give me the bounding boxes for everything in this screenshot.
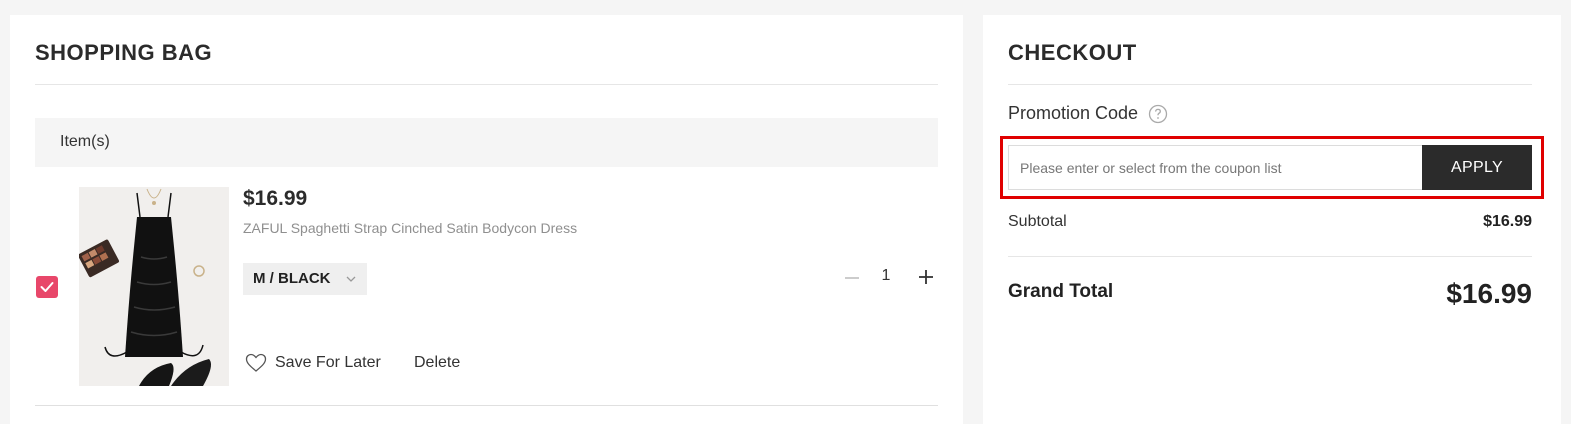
product-image[interactable] xyxy=(79,187,229,386)
subtotal-label: Subtotal xyxy=(1008,213,1067,230)
promotion-code-input[interactable] xyxy=(1008,145,1423,190)
divider xyxy=(1008,256,1532,257)
subtotal-value: $16.99 xyxy=(1483,213,1532,230)
grand-total-value: $16.99 xyxy=(1446,278,1532,309)
product-name[interactable]: ZAFUL Spaghetti Strap Cinched Satin Body… xyxy=(243,220,577,236)
promotion-code-label: Promotion Code xyxy=(1008,103,1168,124)
product-price: $16.99 xyxy=(243,187,308,210)
delete-button[interactable]: Delete xyxy=(414,354,460,372)
save-for-later-button[interactable]: Save For Later xyxy=(245,353,381,373)
promotion-code-text: Promotion Code xyxy=(1008,103,1139,123)
grand-total-label: Grand Total xyxy=(1008,281,1114,302)
variant-selector[interactable]: M / BLACK xyxy=(243,263,367,295)
help-icon[interactable] xyxy=(1148,104,1168,124)
variant-label: M / BLACK xyxy=(253,270,331,287)
checkmark-icon xyxy=(40,282,54,292)
items-header-label: Item(s) xyxy=(60,133,110,150)
apply-button[interactable]: APPLY xyxy=(1422,145,1532,190)
heart-icon xyxy=(245,353,267,372)
checkout-panel: CHECKOUT Promotion Code APPLY Subtotal $… xyxy=(983,15,1561,424)
item-select-checkbox[interactable] xyxy=(36,276,58,298)
save-for-later-label: Save For Later xyxy=(275,354,381,371)
checkout-title: CHECKOUT xyxy=(1008,40,1137,65)
quantity-value: 1 xyxy=(881,267,891,284)
divider xyxy=(1008,84,1532,85)
quantity-decrease-button[interactable] xyxy=(842,268,862,288)
items-header: Item(s) xyxy=(35,118,938,167)
quantity-increase-button[interactable] xyxy=(916,267,936,287)
divider xyxy=(35,405,938,406)
shopping-bag-title: SHOPPING BAG xyxy=(35,40,213,65)
chevron-down-icon xyxy=(346,276,356,282)
divider xyxy=(35,84,938,85)
shopping-bag-panel: SHOPPING BAG Item(s) $16.99 ZAFUL Spaghe… xyxy=(10,15,963,424)
